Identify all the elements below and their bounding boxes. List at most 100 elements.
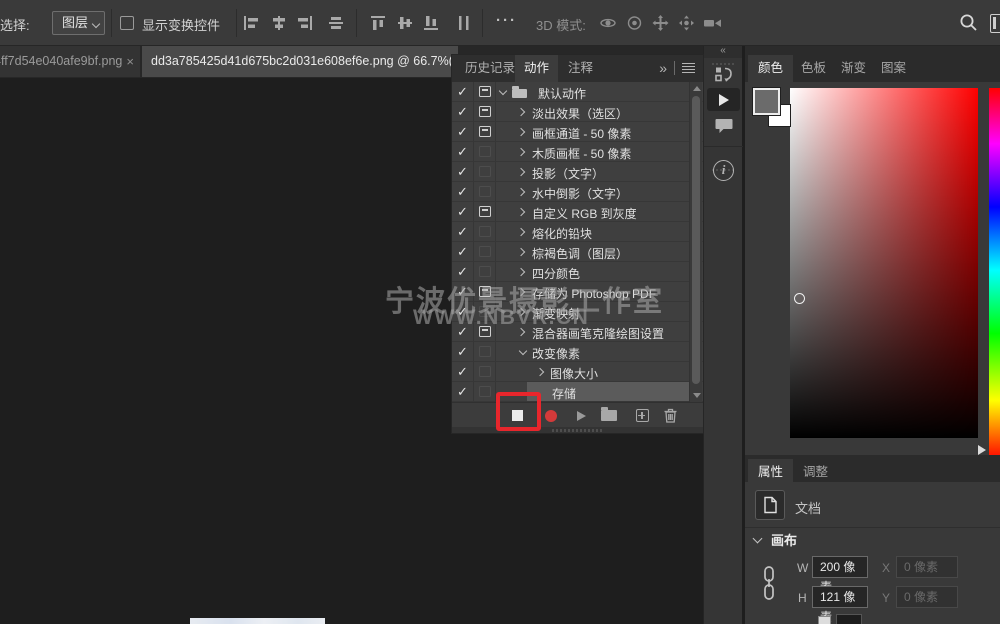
chevron-down-icon[interactable] (753, 534, 763, 544)
toggle-item-cell[interactable]: ✓ (452, 102, 474, 121)
scroll-down-icon[interactable] (693, 393, 701, 398)
action-row[interactable]: ✓渐变映射 (452, 302, 703, 322)
chevron-down-icon[interactable] (519, 346, 527, 354)
toggle-item-cell[interactable]: ✓ (452, 362, 474, 381)
toggle-dialog-cell[interactable] (474, 242, 496, 261)
color-picker-cursor[interactable] (794, 293, 805, 304)
action-row[interactable]: ✓水中倒影（文字） (452, 182, 703, 202)
tab-history[interactable]: 历史记录 (456, 55, 524, 82)
foreground-color-swatch[interactable] (753, 88, 780, 115)
tab-gradients[interactable]: 渐变 (831, 55, 876, 82)
toggle-dialog-cell[interactable] (474, 262, 496, 281)
delete-button[interactable] (658, 403, 682, 428)
hue-slider-icon[interactable] (978, 445, 986, 455)
more-options-icon[interactable]: ··· (496, 12, 517, 29)
action-row[interactable]: ✓四分颜色 (452, 262, 703, 282)
toggle-item-cell[interactable]: ✓ (452, 282, 474, 301)
document-properties-icon[interactable] (755, 490, 785, 520)
chevron-right-icon[interactable] (517, 247, 525, 255)
close-tab-icon[interactable]: × (126, 46, 134, 77)
align-horizontal-centers-icon[interactable] (271, 15, 287, 31)
notes-panel-icon[interactable] (707, 114, 740, 138)
tab-patterns[interactable]: 图案 (871, 55, 916, 82)
scrollbar-thumb[interactable] (692, 96, 700, 384)
new-set-button[interactable] (597, 403, 621, 428)
chevron-down-icon[interactable] (499, 86, 507, 94)
chevron-right-icon[interactable] (517, 327, 525, 335)
action-row[interactable]: ✓淡出效果（选区） (452, 102, 703, 122)
scroll-up-icon[interactable] (693, 86, 701, 91)
toggle-item-cell[interactable]: ✓ (452, 222, 474, 241)
toggle-item-cell[interactable]: ✓ (452, 382, 474, 401)
action-row[interactable]: ✓存储 (452, 382, 703, 402)
search-icon[interactable] (958, 12, 974, 28)
document-tab-active[interactable]: dd3a785425d41d675bc2d031e608ef6e.png @ 6… (142, 46, 458, 77)
tab-swatches[interactable]: 色板 (791, 55, 836, 82)
toggle-item-cell[interactable]: ✓ (452, 162, 474, 181)
toggle-dialog-cell[interactable] (474, 202, 496, 221)
toggle-item-cell[interactable]: ✓ (452, 342, 474, 361)
toggle-item-cell[interactable]: ✓ (452, 302, 474, 321)
action-row[interactable]: ✓熔化的铅块 (452, 222, 703, 242)
chevron-right-icon[interactable] (517, 147, 525, 155)
action-row[interactable]: ✓混合器画笔克隆绘图设置 (452, 322, 703, 342)
height-field[interactable]: 121 像素 (812, 586, 868, 608)
show-transform-controls-checkbox[interactable] (120, 16, 134, 30)
auto-select-target-dropdown[interactable]: 图层 (52, 11, 105, 35)
toggle-dialog-cell[interactable] (474, 102, 496, 121)
chevron-right-icon[interactable] (517, 287, 525, 295)
toggle-dialog-cell[interactable] (474, 322, 496, 341)
x-field[interactable]: 0 像素 (896, 556, 958, 578)
3d-camera-icon[interactable] (703, 15, 719, 31)
toggle-dialog-cell[interactable] (474, 122, 496, 141)
toggle-dialog-cell[interactable] (474, 362, 496, 381)
toggle-item-cell[interactable]: ✓ (452, 142, 474, 161)
align-top-edges-icon[interactable] (370, 15, 386, 31)
play-button[interactable] (569, 403, 593, 428)
chevron-right-icon[interactable] (517, 167, 525, 175)
workspace-switcher-icon[interactable] (990, 14, 1000, 33)
toggle-item-cell[interactable]: ✓ (452, 182, 474, 201)
width-field[interactable]: 200 像素 (812, 556, 868, 578)
action-set-row[interactable]: ✓默认动作 (452, 82, 703, 102)
distribute-horizontal-centers-icon[interactable] (456, 15, 472, 31)
toggle-dialog-cell[interactable] (474, 382, 496, 401)
toggle-dialog-cell[interactable] (474, 162, 496, 181)
partial-checkbox[interactable] (818, 616, 831, 624)
document-tab[interactable]: 4ff7d54e040afe9bf.png × (0, 46, 140, 77)
3d-pan-icon[interactable] (652, 15, 668, 31)
collapse-panels-icon[interactable]: « (704, 46, 742, 58)
align-left-edges-icon[interactable] (243, 15, 259, 31)
chevron-right-icon[interactable] (517, 227, 525, 235)
toggle-dialog-cell[interactable] (474, 82, 496, 101)
history-panel-icon[interactable] (707, 62, 740, 86)
toggle-dialog-cell[interactable] (474, 282, 496, 301)
toggle-dialog-cell[interactable] (474, 142, 496, 161)
toggle-item-cell[interactable]: ✓ (452, 202, 474, 221)
chevron-right-icon[interactable] (517, 187, 525, 195)
link-dimensions-icon[interactable] (761, 566, 777, 605)
info-panel-icon[interactable]: i (707, 158, 740, 182)
tab-notes[interactable]: 注释 (559, 55, 602, 82)
toggle-item-cell[interactable]: ✓ (452, 122, 474, 141)
partial-color-swatch[interactable] (836, 614, 862, 624)
actions-panel-icon[interactable] (707, 88, 740, 111)
toggle-dialog-cell[interactable] (474, 302, 496, 321)
panel-resize-grip[interactable] (452, 427, 703, 433)
chevron-right-icon[interactable] (517, 267, 525, 275)
scrollbar[interactable] (689, 82, 702, 402)
tab-actions[interactable]: 动作 (515, 55, 558, 82)
action-row[interactable]: ✓改变像素 (452, 342, 703, 362)
toggle-item-cell[interactable]: ✓ (452, 82, 474, 101)
action-row[interactable]: ✓画框通道 - 50 像素 (452, 122, 703, 142)
3d-orbit-icon[interactable] (599, 15, 615, 31)
action-row[interactable]: ✓自定义 RGB 到灰度 (452, 202, 703, 222)
toggle-item-cell[interactable]: ✓ (452, 322, 474, 341)
3d-roll-icon[interactable] (626, 15, 642, 31)
toggle-item-cell[interactable]: ✓ (452, 242, 474, 261)
saturation-brightness-picker[interactable] (790, 88, 978, 438)
chevron-right-icon[interactable] (517, 107, 525, 115)
chevron-right-icon[interactable] (517, 127, 525, 135)
action-row[interactable]: ✓图像大小 (452, 362, 703, 382)
chevron-right-icon[interactable] (517, 207, 525, 215)
